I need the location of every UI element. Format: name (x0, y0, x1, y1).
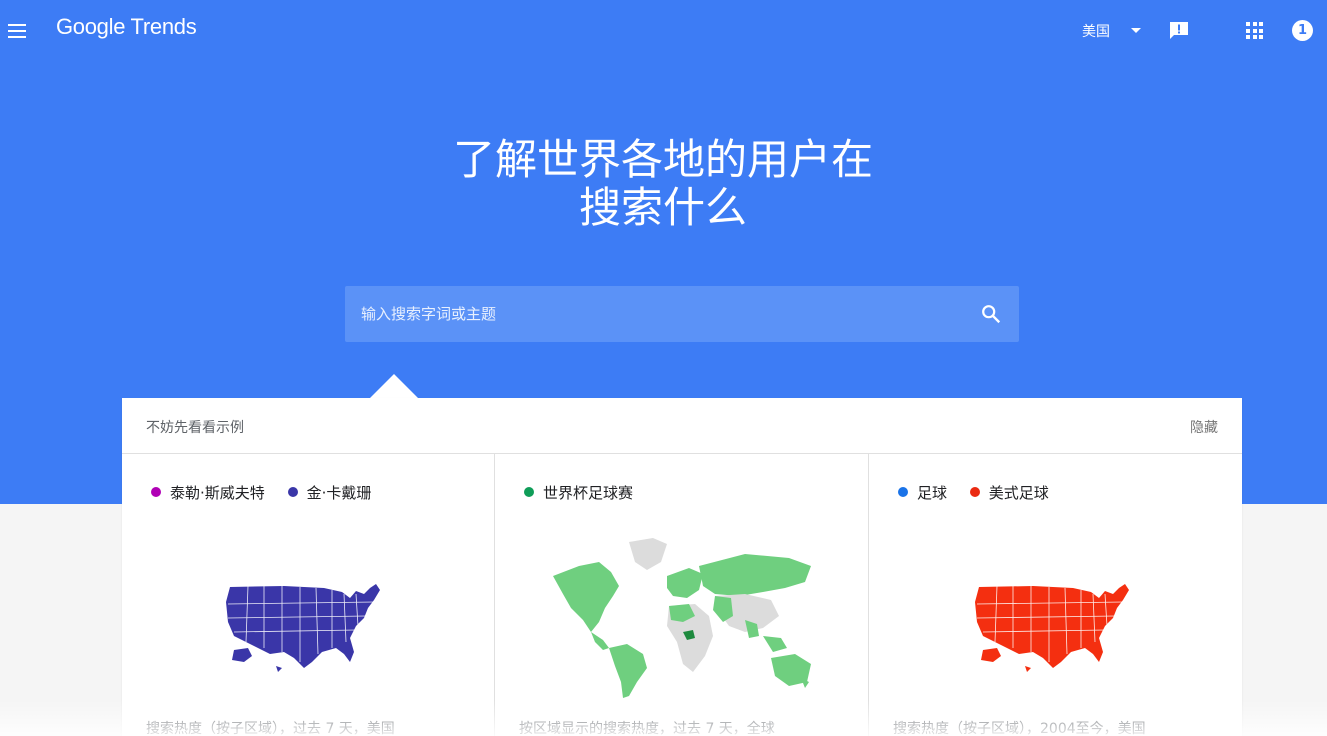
legend-item: 世界杯足球赛 (524, 482, 633, 503)
us-map-icon (975, 584, 1129, 672)
apps-grid-icon[interactable] (1246, 22, 1263, 39)
examples-panel: 不妨先看看示例 隐藏 泰勒·斯威夫特 金·卡戴珊 搜索热度（按子区域），过去 7… (122, 398, 1242, 736)
example-card-2[interactable]: 世界杯足球赛 按区域显示的搜索热度，过去 7 天，全球 (495, 454, 869, 736)
legend-item: 足球 (898, 482, 947, 503)
legend-dot-icon (151, 487, 161, 497)
hide-examples-button[interactable]: 隐藏 (1190, 417, 1218, 437)
card-caption: 搜索热度（按子区域），过去 7 天，美国 (146, 721, 395, 736)
legend-dot-icon (524, 487, 534, 497)
top-app-bar: Google Trends 美国 1 (0, 0, 1327, 60)
world-map-icon (553, 538, 811, 698)
google-trends-logo[interactable]: Google Trends (56, 14, 197, 40)
legend-item: 美式足球 (969, 482, 1049, 503)
legend-dot-icon (898, 487, 908, 497)
feedback-icon[interactable] (1169, 21, 1189, 39)
account-avatar[interactable]: 1 (1292, 20, 1313, 41)
search-input[interactable] (361, 286, 961, 342)
headline-line-2: 搜索什么 (578, 183, 747, 232)
card-caption: 搜索热度（按子区域），2004至今，美国 (893, 721, 1146, 736)
examples-title: 不妨先看看示例 (146, 420, 244, 436)
hero-headline: 了解世界各地的用户在 搜索什么 (0, 136, 1327, 232)
headline-line-1: 了解世界各地的用户在 (452, 135, 873, 184)
legend-item: 泰勒·斯威夫特 (151, 482, 265, 503)
caret-down-icon[interactable] (1131, 28, 1141, 33)
panel-pointer (370, 374, 418, 398)
legend-item: 金·卡戴珊 (287, 482, 371, 503)
legend-dot-icon (287, 487, 298, 497)
card-legend: 世界杯足球赛 (524, 482, 651, 503)
legend-dot-icon (969, 487, 980, 497)
card-legend: 足球 美式足球 (898, 482, 1067, 503)
region-selector[interactable]: 美国 (1082, 21, 1110, 41)
example-card-1[interactable]: 泰勒·斯威夫特 金·卡戴珊 搜索热度（按子区域），过去 7 天，美国 (122, 454, 495, 736)
example-card-3[interactable]: 足球 美式足球 搜索热度（按子区域），2004至今，美国 (869, 454, 1242, 736)
card-legend: 泰勒·斯威夫特 金·卡戴珊 (151, 482, 389, 503)
menu-icon[interactable] (8, 24, 26, 38)
us-map-icon (226, 584, 380, 672)
examples-header: 不妨先看看示例 隐藏 (122, 398, 1242, 454)
search-icon[interactable] (980, 303, 1002, 325)
card-caption: 按区域显示的搜索热度，过去 7 天，全球 (519, 721, 775, 736)
search-box (345, 286, 1019, 342)
